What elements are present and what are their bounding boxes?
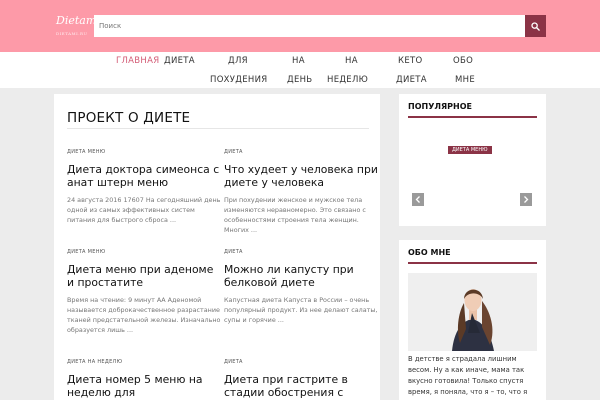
search-input[interactable]: [94, 15, 525, 37]
post-category[interactable]: ДИЕТА МЕНЮ: [67, 249, 222, 259]
page-title: ПРОЕКТ О ДИЕТЕ: [67, 110, 191, 126]
about-title: ОБО МНЕ: [408, 248, 451, 257]
post-title[interactable]: Диета при гастрите в стадии обострения с: [224, 373, 379, 399]
chevron-left-icon: [415, 196, 420, 203]
nav-item-day[interactable]: ДЕНЬ: [287, 71, 312, 89]
post-title[interactable]: Диета номер 5 меню на неделю для: [67, 373, 222, 399]
post-title[interactable]: Диета меню при аденоме и простатите: [67, 263, 222, 289]
post-title[interactable]: Диета доктора симеонса с анат штерн меню: [67, 163, 222, 189]
nav-item-on-day[interactable]: НА: [292, 52, 305, 70]
nav-item-week[interactable]: НЕДЕЛЮ: [327, 71, 368, 89]
prev-button[interactable]: [412, 193, 424, 206]
site-logo-subtext: DIETAMI.RU: [56, 31, 88, 36]
site-logo[interactable]: Dietami DIETAMI.RU: [56, 14, 100, 36]
next-button[interactable]: [520, 193, 532, 206]
post-excerpt: Капустная диета Капуста в России – очень…: [224, 296, 378, 324]
nav-item-about[interactable]: ОБО: [453, 52, 473, 70]
post-card: ДИЕТА НА НЕДЕЛЮ Диета номер 5 меню на не…: [67, 359, 222, 399]
post-card: ДИЕТА МЕНЮ Диета доктора симеонса с анат…: [67, 149, 222, 225]
nav-item-weight-loss[interactable]: ПОХУДЕНИЯ: [210, 71, 267, 89]
post-category[interactable]: ДИЕТА МЕНЮ: [67, 149, 222, 159]
post-category[interactable]: ДИЕТА: [224, 359, 379, 369]
nav-item-for[interactable]: ДЛЯ: [228, 52, 248, 70]
about-widget: ОБО МНЕ В детстве я страдала лишним весо…: [399, 240, 546, 400]
author-photo: [408, 273, 537, 351]
post-card: ДИЕТА Диета при гастрите в стадии обостр…: [224, 359, 379, 399]
nav-item-keto[interactable]: КЕТО: [398, 52, 423, 70]
post-card: ДИЕТА МЕНЮ Диета меню при аденоме и прос…: [67, 249, 222, 335]
nav-item-keto-diet[interactable]: ДИЕТА: [396, 71, 427, 89]
nav-item-home[interactable]: ГЛАВНАЯ: [116, 52, 159, 70]
about-text: В детстве я страдала лишним весом. Ну а …: [408, 355, 528, 400]
author-photo-illustration: [408, 273, 537, 351]
title-divider: [67, 128, 369, 129]
nav-item-on-week[interactable]: НА: [345, 52, 358, 70]
popular-category-badge[interactable]: ДИЕТА МЕНЮ: [448, 146, 492, 154]
post-excerpt: При похудении женское и мужское тела изм…: [224, 196, 366, 234]
about-title-underline: [408, 262, 537, 264]
popular-widget: ПОПУЛЯРНОЕ ДИЕТА МЕНЮ: [399, 94, 546, 226]
post-card: ДИЕТА Что худеет у человека при диете у …: [224, 149, 379, 235]
post-excerpt: 24 августа 2016 17607 На сегодняшний ден…: [67, 196, 221, 224]
popular-title-underline: [408, 116, 537, 118]
site-header: Dietami DIETAMI.RU: [0, 0, 600, 52]
post-title[interactable]: Можно ли капусту при белковой диете: [224, 263, 379, 289]
nav-item-diet[interactable]: ДИЕТА: [164, 52, 195, 70]
post-category[interactable]: ДИЕТА: [224, 249, 379, 259]
main-content-card: ПРОЕКТ О ДИЕТЕ ДИЕТА МЕНЮ Диета доктора …: [54, 94, 380, 400]
post-category[interactable]: ДИЕТА НА НЕДЕЛЮ: [67, 359, 222, 369]
nav-item-me[interactable]: МНЕ: [455, 71, 475, 89]
popular-title: ПОПУЛЯРНОЕ: [408, 102, 472, 111]
post-card: ДИЕТА Можно ли капусту при белковой диет…: [224, 249, 379, 325]
post-category[interactable]: ДИЕТА: [224, 149, 379, 159]
main-nav: ГЛАВНАЯ ДИЕТА ДЛЯ ПОХУДЕНИЯ НА ДЕНЬ НА Н…: [0, 52, 600, 88]
search-icon: [531, 21, 540, 31]
post-excerpt: Время на чтение: 9 минут АА Аденомой наз…: [67, 296, 221, 334]
post-title[interactable]: Что худеет у человека при диете у челове…: [224, 163, 379, 189]
chevron-right-icon: [524, 196, 529, 203]
search-button[interactable]: [525, 15, 546, 37]
